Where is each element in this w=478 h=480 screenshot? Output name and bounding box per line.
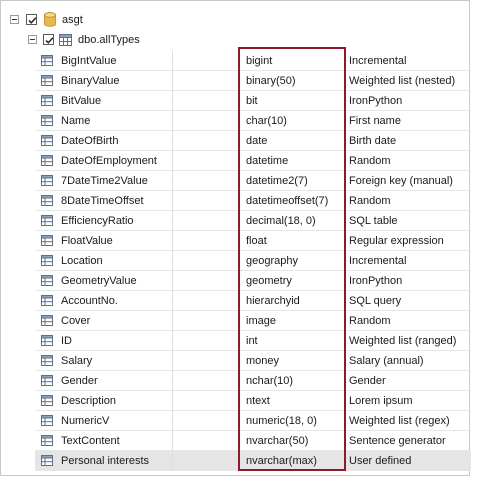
column-row[interactable]: BitValue bit IronPython (35, 91, 471, 111)
column-row[interactable]: DateOfEmployment datetime Random (35, 151, 471, 171)
column-row[interactable]: TextContent nvarchar(50) Sentence generato… (35, 431, 471, 451)
column-generator[interactable]: Weighted list (ranged) (349, 331, 471, 351)
column-generator[interactable]: Foreign key (manual) (349, 171, 471, 191)
column-generator[interactable]: Regular expression (349, 231, 471, 251)
tree-node-table[interactable]: dbo.allTypes (1, 30, 469, 50)
column-generator[interactable]: Birth date (349, 131, 471, 151)
table-name: dbo.allTypes (78, 34, 140, 46)
column-data-type: geometry (246, 275, 292, 287)
column-generator[interactable]: SQL table (349, 211, 471, 231)
column-row[interactable]: EfficiencyRatio decimal(18, 0) SQL table (35, 211, 471, 231)
schema-tree-panel: asgt dbo.allTypes BigIntValue bigint Incre… (0, 0, 471, 476)
column-data-type: int (246, 335, 258, 347)
column-name: BigIntValue (61, 55, 117, 67)
tree-node-database[interactable]: asgt (1, 10, 469, 30)
column-row[interactable]: DateOfBirth date Birth date (35, 131, 471, 151)
column-data-type: date (246, 135, 268, 147)
column-data-type: datetime (246, 155, 289, 167)
column-generator[interactable]: IronPython (349, 91, 471, 111)
database-name: asgt (62, 14, 83, 26)
column-data-type: image (246, 315, 276, 327)
collapse-database-icon[interactable] (10, 15, 19, 24)
column-name: 7DateTime2Value (61, 175, 148, 187)
column-generator[interactable]: IronPython (349, 271, 471, 291)
column-row[interactable]: Location geography Incremental (35, 251, 471, 271)
column-generator[interactable]: Gender (349, 371, 471, 391)
column-data-type: char(10) (246, 115, 287, 127)
column-name: BinaryValue (61, 75, 120, 87)
column-name: Location (61, 255, 103, 267)
column-divider (172, 51, 173, 471)
column-generator[interactable]: Incremental (349, 251, 471, 271)
column-data-type: binary(50) (246, 75, 296, 87)
column-divider (345, 51, 346, 471)
column-generator[interactable]: Random (349, 191, 471, 211)
column-data-type: datetime2(7) (246, 175, 308, 187)
column-row[interactable]: BinaryValue binary(50) Weighted list (nest… (35, 71, 471, 91)
column-data-type: nvarchar(max) (246, 455, 317, 467)
column-row[interactable]: Name char(10) First name (35, 111, 471, 131)
column-generator[interactable]: Incremental (349, 51, 471, 71)
column-name: AccountNo. (61, 295, 118, 307)
column-generator[interactable]: Weighted list (nested) (349, 71, 471, 91)
column-data-type: decimal(18, 0) (246, 215, 316, 227)
column-data-type: ntext (246, 395, 270, 407)
column-row[interactable]: Description ntext Lorem ipsum (35, 391, 471, 411)
column-generator[interactable]: Random (349, 151, 471, 171)
column-name: DateOfEmployment (61, 155, 157, 167)
column-generator[interactable]: Sentence generator (349, 431, 471, 451)
column-data-type: bit (246, 95, 258, 107)
column-name: BitValue (61, 95, 102, 107)
column-name: Personal interests (61, 455, 150, 467)
column-row[interactable]: ID int Weighted list (ranged) (35, 331, 471, 351)
column-generator[interactable]: Weighted list (regex) (349, 411, 471, 431)
column-generator[interactable]: First name (349, 111, 471, 131)
column-data-type: bigint (246, 55, 273, 67)
column-row[interactable]: Gender nchar(10) Gender (35, 371, 471, 391)
column-row[interactable]: Personal interests nvarchar(max) User defi… (35, 451, 471, 471)
column-data-type: nchar(10) (246, 375, 294, 387)
collapse-table-icon[interactable] (28, 35, 37, 44)
column-generator[interactable]: User defined (349, 451, 471, 471)
column-generator[interactable]: Random (349, 311, 471, 331)
column-data-type: datetimeoffset(7) (246, 195, 329, 207)
column-name: Gender (61, 375, 98, 387)
column-row[interactable]: 7DateTime2Value datetime2(7) Foreign key (… (35, 171, 471, 191)
column-data-type: geography (246, 255, 298, 267)
column-name: FloatValue (61, 235, 113, 247)
database-checkbox[interactable] (26, 14, 37, 25)
column-data-type: float (246, 235, 267, 247)
column-name: EfficiencyRatio (61, 215, 134, 227)
column-data-type: hierarchyid (246, 295, 300, 307)
column-row[interactable]: FloatValue float Regular expression (35, 231, 471, 251)
database-icon (44, 12, 56, 27)
column-data-type: numeric(18, 0) (246, 415, 317, 427)
column-generator[interactable]: Lorem ipsum (349, 391, 471, 411)
column-name: 8DateTimeOffset (61, 195, 144, 207)
column-name: Description (61, 395, 117, 407)
column-name: Salary (61, 355, 93, 367)
table-checkbox[interactable] (43, 34, 54, 45)
column-name: TextContent (61, 435, 120, 447)
column-data-type: money (246, 355, 280, 367)
column-row[interactable]: BigIntValue bigint Incremental (35, 51, 471, 71)
column-name: GeometryValue (61, 275, 137, 287)
column-row[interactable]: GeometryValue geometry IronPython (35, 271, 471, 291)
column-row[interactable]: NumericV numeric(18, 0) Weighted list (reg… (35, 411, 471, 431)
column-row[interactable]: 8DateTimeOffset datetimeoffset(7) Random (35, 191, 471, 211)
column-name: DateOfBirth (61, 135, 119, 147)
column-row[interactable]: AccountNo. hierarchyid SQL query (35, 291, 471, 311)
column-row[interactable]: Salary money Salary (annual) (35, 351, 471, 371)
column-row[interactable]: Cover image Random (35, 311, 471, 331)
column-generator[interactable]: Salary (annual) (349, 351, 471, 371)
table-icon (59, 34, 72, 46)
column-name: NumericV (61, 415, 110, 427)
column-data-type: nvarchar(50) (246, 435, 309, 447)
column-generator[interactable]: SQL query (349, 291, 471, 311)
column-name: Cover (61, 315, 91, 327)
column-name: Name (61, 115, 91, 127)
column-name: ID (61, 335, 72, 347)
